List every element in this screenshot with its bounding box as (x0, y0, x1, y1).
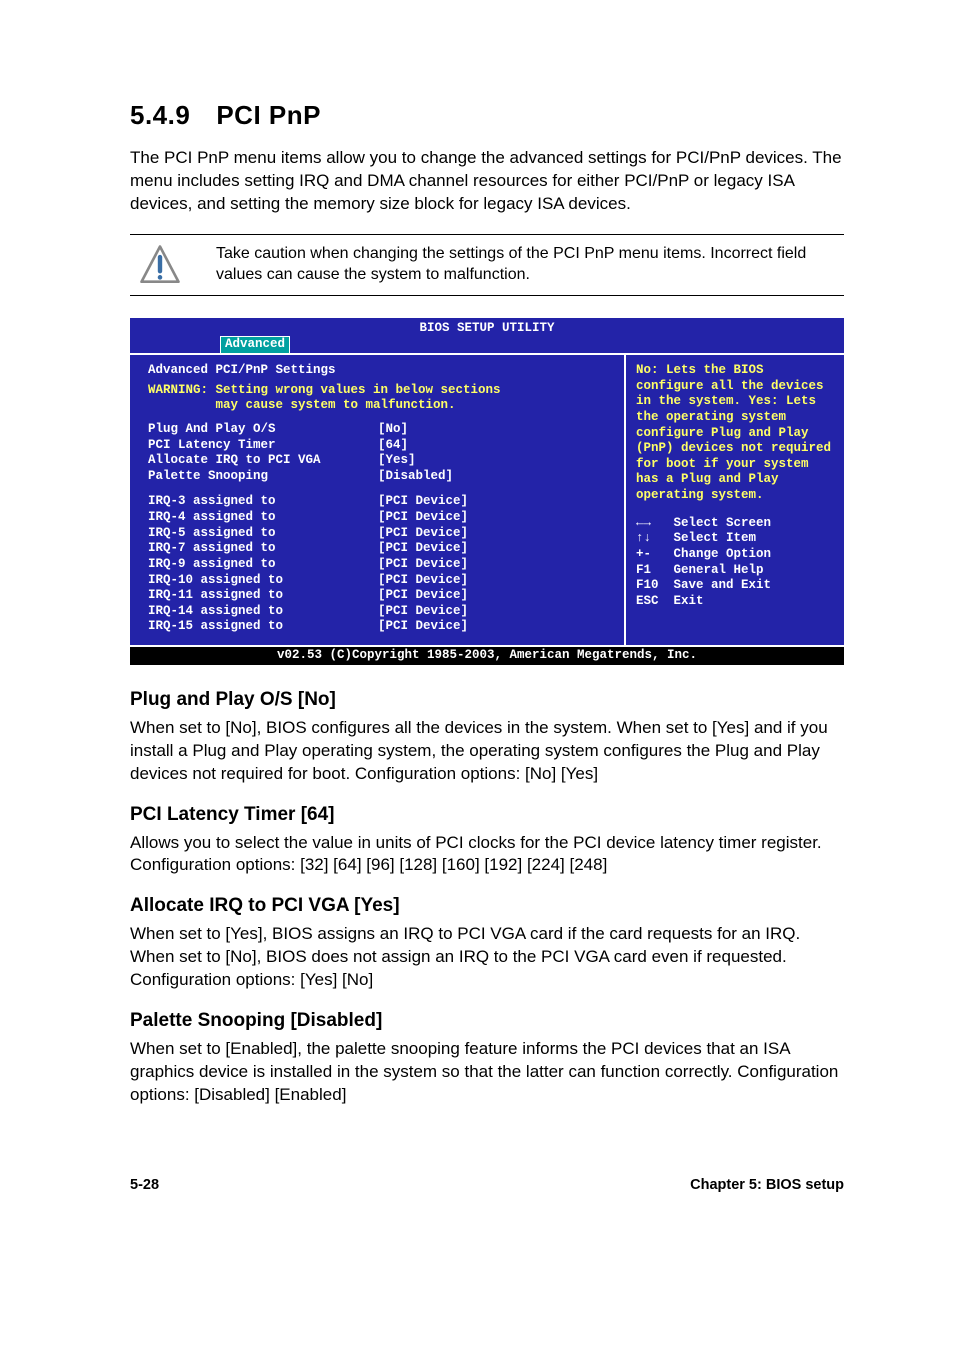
subsection-heading: PCI Latency Timer [64] (130, 804, 844, 826)
caution-icon (130, 243, 190, 287)
bios-screenshot: BIOS SETUP UTILITY Advanced Advanced PCI… (130, 318, 844, 665)
chapter-label: Chapter 5: BIOS setup (690, 1177, 844, 1193)
caution-note: Take caution when changing the settings … (130, 234, 844, 296)
bios-legend: ←→ Select Screen ↑↓ Select Item +- Chang… (636, 516, 836, 610)
subsection-body: When set to [Enabled], the palette snoop… (130, 1038, 844, 1107)
subsection-heading: Palette Snooping [Disabled] (130, 1010, 844, 1032)
page-number: 5-28 (130, 1177, 159, 1193)
section-heading: 5.4.9 PCI PnP (130, 100, 844, 131)
bios-irq-row[interactable]: IRQ-11 assigned to[PCI Device] (148, 588, 610, 604)
bios-panel-heading: Advanced PCI/PnP Settings (148, 363, 610, 379)
subsection-body: When set to [Yes], BIOS assigns an IRQ t… (130, 923, 844, 992)
subsection-heading: Allocate IRQ to PCI VGA [Yes] (130, 895, 844, 917)
page-footer: 5-28 Chapter 5: BIOS setup (130, 1117, 844, 1193)
bios-irq-row[interactable]: IRQ-5 assigned to[PCI Device] (148, 526, 610, 542)
bios-irq-row[interactable]: IRQ-9 assigned to[PCI Device] (148, 557, 610, 573)
bios-irq-row[interactable]: IRQ-3 assigned to[PCI Device] (148, 494, 610, 510)
caution-text: Take caution when changing the settings … (190, 243, 844, 286)
bios-footer: v02.53 (C)Copyright 1985-2003, American … (130, 645, 844, 665)
bios-setting-row[interactable]: Palette Snooping[Disabled] (148, 469, 610, 485)
section-number: 5.4.9 (130, 100, 190, 130)
section-title: PCI PnP (216, 100, 321, 130)
bios-setting-row[interactable]: Plug And Play O/S[No] (148, 422, 610, 438)
subsection-heading: Plug and Play O/S [No] (130, 689, 844, 711)
bios-irq-row[interactable]: IRQ-4 assigned to[PCI Device] (148, 510, 610, 526)
bios-irq-row[interactable]: IRQ-7 assigned to[PCI Device] (148, 541, 610, 557)
subsection-body: Allows you to select the value in units … (130, 832, 844, 878)
intro-paragraph: The PCI PnP menu items allow you to chan… (130, 147, 844, 216)
bios-title: BIOS SETUP UTILITY (130, 318, 844, 337)
bios-setting-row[interactable]: PCI Latency Timer[64] (148, 438, 610, 454)
bios-help-text: No: Lets the BIOS configure all the devi… (636, 363, 836, 504)
bios-irq-row[interactable]: IRQ-14 assigned to[PCI Device] (148, 604, 610, 620)
bios-warning: WARNING: Setting wrong values in below s… (148, 383, 610, 414)
bios-irq-row[interactable]: IRQ-10 assigned to[PCI Device] (148, 573, 610, 589)
bios-irq-row[interactable]: IRQ-15 assigned to[PCI Device] (148, 619, 610, 635)
bios-setting-row[interactable]: Allocate IRQ to PCI VGA[Yes] (148, 453, 610, 469)
subsection-body: When set to [No], BIOS configures all th… (130, 717, 844, 786)
bios-tab-advanced[interactable]: Advanced (220, 336, 290, 353)
